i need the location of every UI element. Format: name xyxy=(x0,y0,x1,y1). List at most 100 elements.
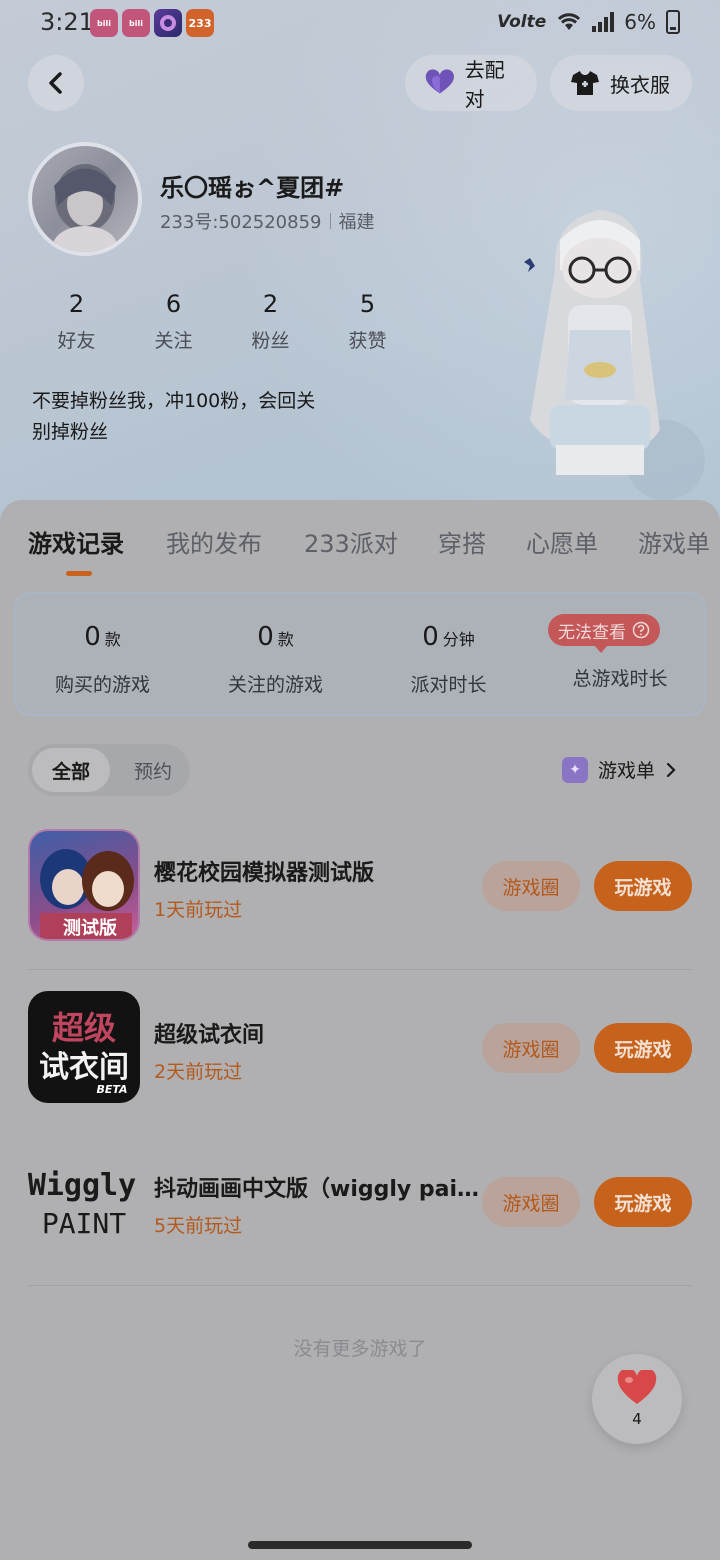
summary-value: 0款 xyxy=(16,622,189,652)
game-icon: 测试版 xyxy=(28,829,140,941)
game-summary-card: 0款 购买的游戏 0款 关注的游戏 0 分钟 派对时长 xyxy=(14,592,706,716)
tab-233-party[interactable]: 233派对 xyxy=(304,524,398,559)
last-played: 2天前玩过 xyxy=(154,1061,243,1083)
heart-icon xyxy=(425,69,454,94)
battery-percent: 6% xyxy=(624,10,656,34)
like-count: 4 xyxy=(632,1410,642,1428)
game-icon-text: 超级 xyxy=(52,1009,116,1047)
game-icon-text: 测试版 xyxy=(63,917,117,939)
game-icon-text: PAINT xyxy=(42,1207,126,1240)
tab-wishlist[interactable]: 心愿单 xyxy=(526,524,598,559)
game-row[interactable]: 超级 试衣间 BETA 超级试衣间 2天前玩过 游戏圈 玩游戏 xyxy=(28,991,692,1103)
heart-icon xyxy=(617,1370,657,1404)
summary-number: 0 xyxy=(84,622,101,652)
summary-value: 0 分钟 xyxy=(362,622,535,652)
bio-line: 不要掉粉丝我，冲100粉，会回关 xyxy=(32,390,316,412)
game-list-label: 游戏单 xyxy=(598,760,656,782)
game-icon: Wiggly PAINT xyxy=(28,1145,140,1257)
chevron-left-icon xyxy=(49,72,62,94)
filter-all[interactable]: 全部 xyxy=(32,748,110,792)
last-played: 5天前玩过 xyxy=(154,1215,243,1237)
wifi-icon xyxy=(558,13,581,30)
profile-stats: 2 好友 6 关注 2 粉丝 5 获赞 xyxy=(28,290,416,353)
filter-reserve[interactable]: 预约 xyxy=(118,748,188,792)
summary-purchased[interactable]: 0款 购买的游戏 xyxy=(16,594,189,718)
home-indicator[interactable] xyxy=(248,1541,472,1549)
game-circle-button[interactable]: 游戏圈 xyxy=(482,1023,580,1073)
stat-value: 5 xyxy=(359,290,376,318)
avatar[interactable] xyxy=(28,142,142,256)
nickname: 乐〇瑶ぉ^夏团# xyxy=(160,174,345,202)
no-more-games: 没有更多游戏了 xyxy=(293,1338,427,1360)
game-list-link[interactable]: ✦ 游戏单 xyxy=(562,756,677,783)
location: 福建 xyxy=(338,212,375,233)
play-game-button[interactable]: 玩游戏 xyxy=(594,1023,692,1073)
uid: 233号:502520859 xyxy=(160,212,322,233)
game-circle-button[interactable]: 游戏圈 xyxy=(482,861,580,911)
game-title: 抖动画画中文版（wiggly pai… xyxy=(154,1177,480,1202)
battery-icon xyxy=(666,10,680,34)
summary-followed[interactable]: 0款 关注的游戏 xyxy=(189,594,362,718)
uid-line: 233号:502520859 福建 xyxy=(160,208,375,234)
tab-outfits[interactable]: 穿搭 xyxy=(438,524,486,559)
divider xyxy=(329,213,331,229)
status-app-icons: bili bili 233 xyxy=(90,9,214,37)
summary-number: 0 xyxy=(422,622,439,652)
summary-value: 0款 xyxy=(189,622,362,652)
back-button[interactable] xyxy=(28,55,84,111)
play-game-button[interactable]: 玩游戏 xyxy=(594,861,692,911)
tab-my-posts[interactable]: 我的发布 xyxy=(166,524,262,559)
game-row[interactable]: 测试版 樱花校园模拟器测试版 1天前玩过 游戏圈 玩游戏 xyxy=(28,829,692,941)
unavailable-badge[interactable]: 无法查看 xyxy=(548,614,660,653)
game-circle-button[interactable]: 游戏圈 xyxy=(482,1177,580,1227)
stat-label: 粉丝 xyxy=(251,330,290,352)
stat-likes[interactable]: 5 获赞 xyxy=(319,290,416,353)
character-avatar-3d[interactable] xyxy=(490,200,710,500)
signal-icon xyxy=(592,12,615,32)
volte-icon: Volte xyxy=(497,12,547,32)
status-time: 3:21 xyxy=(40,8,94,36)
game-icon-text: 试衣间 xyxy=(39,1050,129,1085)
summary-unit: 分钟 xyxy=(442,630,475,649)
game-icon-tag: BETA xyxy=(96,1083,127,1096)
stat-value: 6 xyxy=(165,290,182,318)
stat-fans[interactable]: 2 粉丝 xyxy=(222,290,319,353)
tab-game-records[interactable]: 游戏记录 xyxy=(28,524,124,559)
stat-friends[interactable]: 2 好友 xyxy=(28,290,125,353)
active-tab-indicator xyxy=(66,571,92,576)
stat-value: 2 xyxy=(68,290,85,318)
total-game-time-label: 总游戏时长 xyxy=(572,668,668,690)
game-icon-text: Wiggly xyxy=(28,1168,136,1203)
summary-number: 0 xyxy=(257,622,274,652)
help-icon xyxy=(632,621,650,639)
game-title: 樱花校园模拟器测试版 xyxy=(154,861,375,886)
bilibili-app-icon: bili xyxy=(122,9,150,37)
last-played: 1天前玩过 xyxy=(154,899,243,921)
tab-game-lists[interactable]: 游戏单 xyxy=(638,524,710,559)
game-app-icon xyxy=(154,9,182,37)
chevron-right-icon xyxy=(666,762,676,777)
summary-party-time[interactable]: 0 分钟 派对时长 xyxy=(362,594,535,718)
summary-label: 派对时长 xyxy=(410,674,487,696)
profile-tabs: 游戏记录 我的发布 233派对 穿搭 心愿单 游戏单 xyxy=(0,520,720,580)
bio-line: 别掉粉丝 xyxy=(32,421,109,443)
stat-following[interactable]: 6 关注 xyxy=(125,290,222,353)
like-button[interactable]: 4 xyxy=(592,1354,682,1444)
233-app-icon: 233 xyxy=(186,9,214,37)
divider xyxy=(28,1285,692,1286)
match-label: 去配对 xyxy=(464,58,505,111)
game-row[interactable]: Wiggly PAINT 抖动画画中文版（wiggly pai… 5天前玩过 游… xyxy=(28,1145,692,1257)
stat-label: 获赞 xyxy=(348,330,387,352)
tshirt-icon xyxy=(571,71,599,95)
stat-value: 2 xyxy=(262,290,279,318)
divider xyxy=(28,969,692,970)
stat-label: 好友 xyxy=(57,330,96,352)
match-button[interactable]: 去配对 xyxy=(405,55,537,111)
stat-label: 关注 xyxy=(154,330,193,352)
filter-toggle: 全部 预约 xyxy=(28,744,190,796)
status-bar: 3:21 bili bili 233 Volte 6% xyxy=(0,0,720,46)
unavailable-label: 无法查看 xyxy=(558,622,626,643)
change-clothes-button[interactable]: 换衣服 xyxy=(550,55,692,111)
play-game-button[interactable]: 玩游戏 xyxy=(594,1177,692,1227)
summary-label: 购买的游戏 xyxy=(54,674,150,696)
